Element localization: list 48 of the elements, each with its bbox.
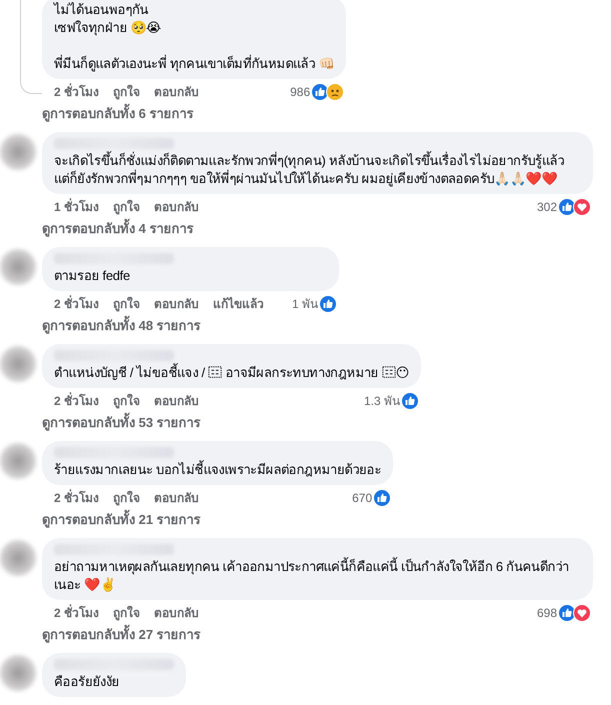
reaction-count[interactable]: 302 bbox=[536, 200, 557, 214]
timestamp[interactable]: 2 ชั่วโมง bbox=[54, 82, 100, 101]
edited-label[interactable]: แก้ไขแล้ว bbox=[213, 294, 264, 313]
reaction-count[interactable]: 670 bbox=[352, 490, 372, 504]
view-replies-link[interactable]: ดูการตอบกลับทั้ง 21 รายการ bbox=[42, 507, 201, 538]
missing-glyph-icon bbox=[382, 365, 396, 379]
comment-text: อย่าถามหาเหตุผลกันเลยทุกคน เค้าออกมาประกาศแค่นี้ก็คือแค่นี้ เป็นกำลังใจให้อีก 6 กันคนดีกว่าเนอะ ❤✌ bbox=[54, 558, 570, 594]
timestamp[interactable]: 2 ชั่วโมง bbox=[54, 603, 100, 622]
avatar[interactable] bbox=[0, 346, 36, 382]
avatar[interactable] bbox=[0, 249, 36, 285]
reply-link[interactable]: ตอบกลับ bbox=[154, 391, 200, 410]
reply-link[interactable]: ตอบกลับ bbox=[154, 294, 200, 313]
timestamp[interactable]: 2 ชั่วโมง bbox=[54, 488, 100, 507]
like-link[interactable]: ถูกใจ bbox=[113, 197, 140, 216]
view-replies-link[interactable]: ดูการตอบกลับทั้ง 48 รายการ bbox=[42, 313, 201, 344]
timestamp[interactable]: 1 ชั่วโมง bbox=[54, 197, 100, 216]
reaction-count[interactable]: 986 bbox=[290, 84, 310, 98]
like-link[interactable]: ถูกใจ bbox=[113, 294, 140, 313]
comment-text: ไม่ได้นอนพอๆกัน bbox=[54, 1, 150, 19]
comment-text: ตำแหน่งบัญชี / ไม่ขอชี้แจง / อาจมีผลกระทบทางกฎหมาย 😶 bbox=[54, 364, 409, 382]
like-link[interactable]: ถูกใจ bbox=[113, 82, 140, 101]
avatar[interactable] bbox=[0, 134, 36, 170]
comment-text: ตามรอย fedfe bbox=[54, 267, 131, 285]
comment-text: เซฟใจทุกฝ่าย 🥺😭 bbox=[54, 19, 162, 37]
view-replies-link[interactable]: ดูการตอบกลับทั้ง 4 รายการ bbox=[42, 216, 194, 247]
reply-link[interactable]: ตอบกลับ bbox=[154, 197, 200, 216]
comment-text: พี่มีนก็ดูแลตัวเองนะพี่ ทุกคนเขาเต็มที่กันหมดแล้ว 👊🏻 bbox=[54, 55, 334, 73]
avatar[interactable] bbox=[0, 443, 36, 479]
like-link[interactable]: ถูกใจ bbox=[113, 488, 140, 507]
view-replies-link[interactable]: ดูการตอบกลับทั้ง 6 รายการ bbox=[42, 101, 194, 132]
reaction-count[interactable]: 1.3 พัน bbox=[364, 391, 400, 410]
reply-link[interactable]: ตอบกลับ bbox=[154, 82, 200, 101]
reply-link[interactable]: ตอบกลับ bbox=[154, 603, 200, 622]
like-link[interactable]: ถูกใจ bbox=[113, 603, 140, 622]
timestamp[interactable]: 2 ชั่วโมง bbox=[54, 294, 100, 313]
comment-text: ร้ายแรงมากเลยนะ บอกไม่ชี้แจงเพราะมีผลต่อกฎหมายด้วยอะ bbox=[54, 461, 382, 479]
avatar[interactable] bbox=[0, 540, 36, 576]
missing-glyph-icon bbox=[208, 365, 222, 379]
comment-text: คืออรัยยังงัย bbox=[54, 673, 120, 691]
reaction-count[interactable]: 1 พัน bbox=[292, 294, 318, 313]
like-link[interactable]: ถูกใจ bbox=[113, 391, 140, 410]
comment-text: จะเกิดไรขึ้นก็ชั่งแม่งก็ติดตามและรักพวกพี่ๆ(ทุกคน) หลังบ้านจะเกิดไรขึ้นเรื่องไรไม่อยากรับรู้แล้ว แต่ก็ยังรักพวกพี่ๆมากๆๆๆ ขอให้พี่ๆผ่านมันไปให้ได้นะครับ ผมอยู่เคียงข้างตลอดครับ🙏🏻🙏🏻❤❤ bbox=[54, 152, 565, 188]
view-replies-link[interactable]: ดูการตอบกลับทั้ง 27 รายการ bbox=[42, 622, 201, 653]
reaction-count[interactable]: 698 bbox=[536, 606, 557, 620]
reply-link[interactable]: ตอบกลับ bbox=[154, 488, 200, 507]
timestamp[interactable]: 2 ชั่วโมง bbox=[54, 391, 100, 410]
avatar[interactable] bbox=[0, 655, 36, 691]
view-replies-link[interactable]: ดูการตอบกลับทั้ง 53 รายการ bbox=[42, 410, 201, 441]
